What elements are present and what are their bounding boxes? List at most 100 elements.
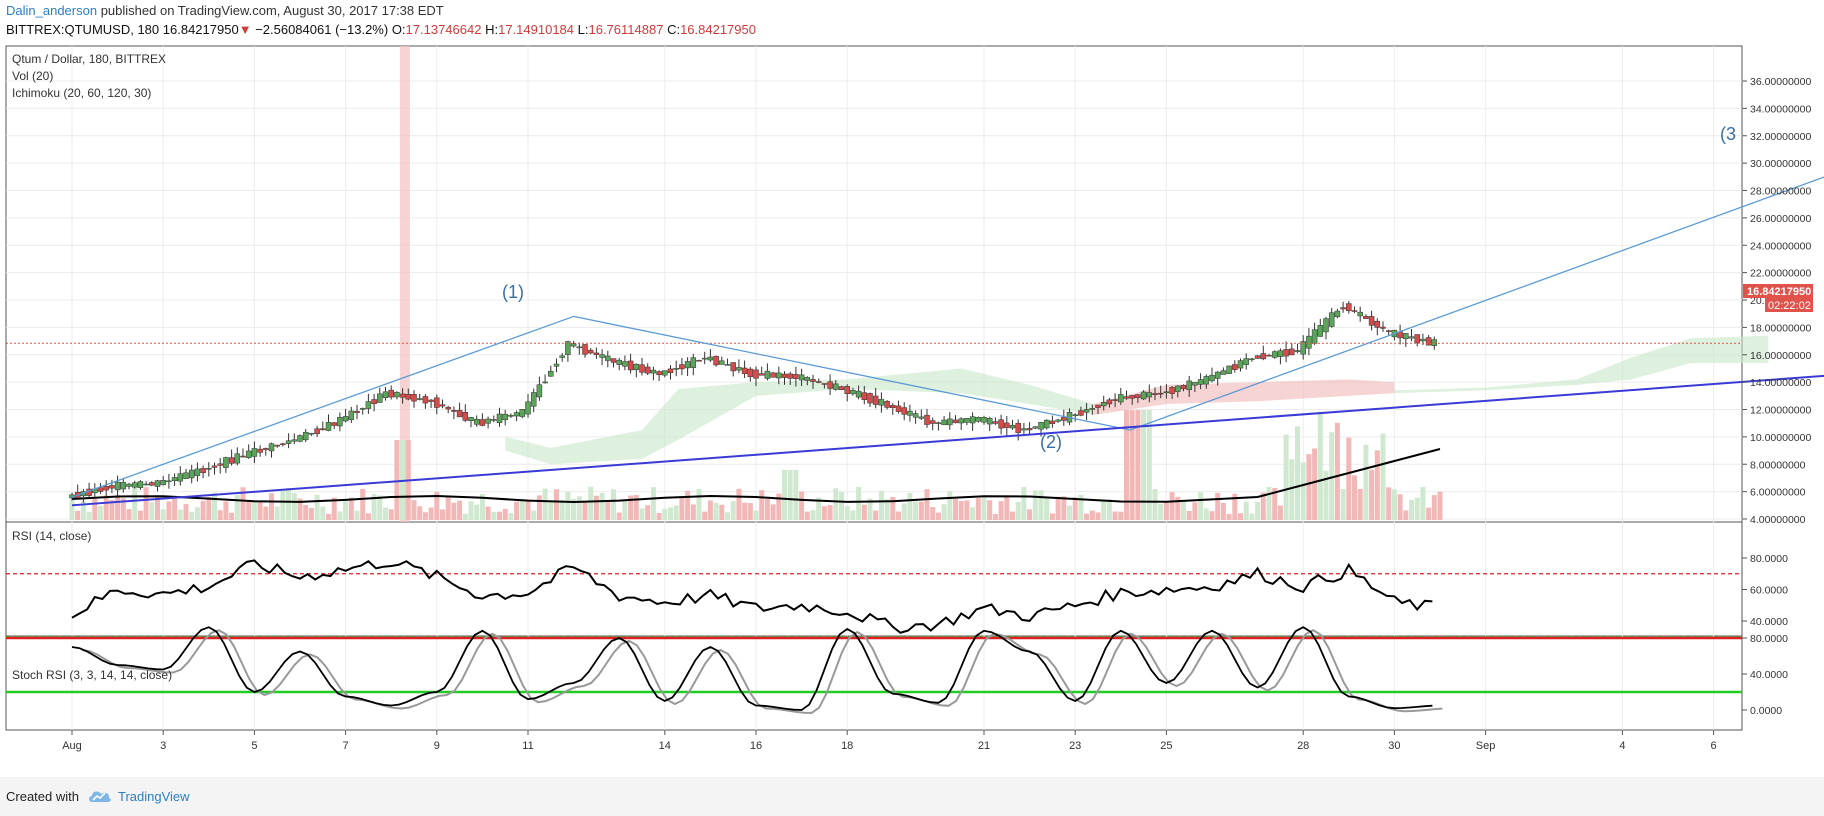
volume-bar	[702, 511, 708, 520]
volume-bar	[1038, 490, 1044, 520]
candle-body	[878, 399, 885, 406]
candle-body	[126, 483, 132, 487]
volume-bar	[519, 498, 525, 520]
candle-body	[97, 487, 104, 492]
volume-bar	[565, 491, 571, 520]
volume-bar	[1021, 487, 1027, 520]
volume-bar	[1431, 495, 1437, 520]
volume-bar	[696, 488, 702, 520]
volume-bar	[383, 507, 388, 520]
tradingview-link[interactable]: TradingView	[118, 789, 190, 804]
volume-bar	[502, 508, 508, 520]
candle-body	[1146, 392, 1153, 398]
volume-bar	[782, 470, 787, 520]
volume-bar	[1238, 513, 1243, 520]
tradingview-cloud-icon	[89, 791, 111, 802]
candle-body	[1175, 385, 1181, 392]
down-arrow-icon: ▼	[238, 22, 252, 37]
volume-bar	[303, 504, 309, 520]
volume-bar	[1295, 426, 1300, 520]
volume-bar	[1089, 510, 1095, 520]
volume-bar	[1072, 497, 1078, 520]
volume-bar	[1027, 509, 1033, 520]
candle-body	[582, 344, 588, 355]
volume-bar	[531, 510, 537, 520]
volume-bar	[1032, 490, 1038, 520]
volume-bar	[793, 470, 799, 520]
candle-body	[548, 370, 554, 377]
candle-body	[1317, 325, 1324, 337]
candle-body	[382, 391, 389, 399]
candle-body	[1180, 385, 1187, 390]
candle-body	[154, 480, 161, 487]
candle-body	[1123, 396, 1130, 399]
candle-body	[616, 359, 622, 365]
volume-bar	[468, 501, 474, 520]
author-link[interactable]: Dalin_anderson	[6, 3, 97, 18]
candle-body	[388, 389, 394, 398]
candle-body	[325, 422, 332, 431]
rsi-legend: RSI (14, close)	[12, 529, 91, 543]
volume-bar	[411, 500, 417, 520]
volume-bar	[1198, 492, 1204, 520]
candle-body	[434, 397, 440, 408]
candle-body	[844, 386, 850, 394]
volume-bar	[525, 499, 531, 520]
volume-bar	[673, 505, 679, 520]
volume-bar	[753, 510, 759, 520]
volume-bar	[1004, 496, 1010, 520]
chart-svg[interactable]: 36.0000000034.0000000032.0000000030.0000…	[0, 44, 1824, 777]
rsi-pane[interactable]	[5, 521, 1743, 637]
x-tick-label: 14	[659, 740, 671, 752]
candle-body	[1015, 423, 1021, 433]
candle-body	[1209, 374, 1215, 382]
volume-bar	[713, 502, 719, 520]
volume-bar	[137, 510, 143, 520]
candle-body	[411, 394, 417, 402]
main-pane[interactable]	[5, 45, 1743, 523]
candle-body	[1203, 376, 1210, 385]
candle-body	[1357, 311, 1363, 317]
candle-body	[1078, 410, 1084, 416]
volume-bar	[821, 506, 827, 520]
candle-body	[1431, 339, 1438, 346]
volume-bar	[679, 497, 685, 520]
candle-body	[599, 354, 605, 358]
volume-bar	[930, 507, 936, 520]
candle-body	[947, 418, 953, 426]
candle-body	[1135, 394, 1141, 398]
x-tick-label: 5	[251, 740, 257, 752]
y-tick-label: 30.00000000	[1750, 158, 1811, 170]
candle-body	[975, 417, 982, 422]
volume-bar	[1266, 486, 1272, 520]
volume-bar	[1277, 505, 1283, 520]
candle-body	[1197, 379, 1204, 385]
candle-body	[1226, 365, 1232, 374]
candle-body	[587, 349, 594, 354]
countdown-value: 02:22:02	[1768, 300, 1811, 312]
volume-bar	[508, 513, 514, 520]
volume-bar	[810, 510, 816, 520]
volume-bar	[804, 511, 810, 520]
candle-body	[428, 399, 434, 402]
volume-bar	[844, 506, 850, 520]
volume-bar	[177, 509, 183, 520]
candle-body	[496, 413, 503, 424]
candle-body	[1157, 392, 1164, 395]
candle-body	[719, 360, 725, 365]
candle-body	[1186, 380, 1192, 391]
candle-body	[1289, 348, 1295, 356]
volume-bar	[1397, 494, 1403, 520]
volume-bar	[445, 496, 451, 520]
volume-bar	[269, 493, 274, 520]
volume-bar	[314, 494, 320, 520]
candle-body	[605, 355, 611, 361]
chart-container[interactable]: 36.00000000 34.00000000 32.00000000 30.0000…	[0, 44, 1824, 777]
candle-body	[206, 468, 212, 470]
volume-bar	[616, 512, 622, 520]
candle-body	[644, 366, 651, 374]
volume-bar	[896, 511, 901, 520]
candle-body	[171, 477, 178, 482]
volume-bar	[1203, 508, 1209, 520]
candle-body	[764, 370, 771, 379]
